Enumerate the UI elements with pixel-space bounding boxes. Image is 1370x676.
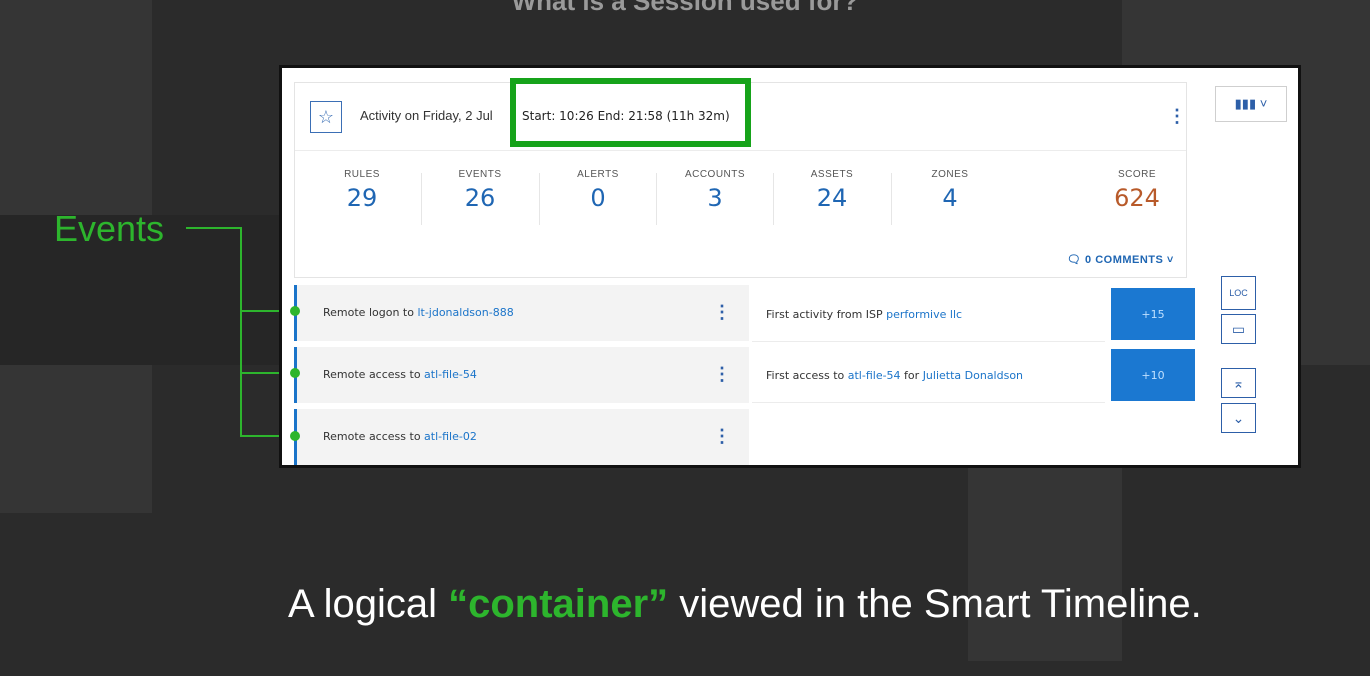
event-row[interactable]: Remote access to atl-file-54 ⋮ bbox=[294, 347, 749, 403]
stat-label: ALERTS bbox=[577, 169, 619, 180]
stat-assets: ASSETS 24 bbox=[773, 169, 891, 212]
calendar-icon[interactable]: ▭ bbox=[1221, 314, 1256, 344]
activity-title: Activity on Friday, 2 Jul bbox=[360, 108, 493, 123]
rule-row[interactable]: First activity from ISP performive llc bbox=[752, 286, 1105, 342]
rule-middle: for bbox=[900, 369, 923, 382]
events-label: Events bbox=[54, 208, 165, 249]
event-prefix: Remote logon to bbox=[323, 306, 418, 319]
stat-label: SCORE bbox=[1117, 169, 1157, 180]
stat-score: SCORE 624 bbox=[1078, 169, 1196, 212]
comment-icon: 🗨 bbox=[1067, 254, 1086, 266]
bg-tile bbox=[0, 365, 152, 513]
stat-label: EVENTS bbox=[458, 169, 502, 180]
comments-label: 0 COMMENTS ˅ bbox=[1085, 254, 1174, 266]
rule-link[interactable]: Julietta Donaldson bbox=[923, 369, 1023, 382]
collapse-up-icon[interactable]: ⌅ bbox=[1221, 368, 1256, 398]
event-row[interactable]: Remote logon to lt-jdonaldson-888 ⋮ bbox=[294, 285, 749, 341]
rule-text: First access to atl-file-54 for Julietta… bbox=[766, 369, 1023, 382]
connector-dot bbox=[290, 368, 300, 378]
event-row[interactable]: Remote access to atl-file-02 ⋮ bbox=[294, 409, 749, 465]
caption-before: A logical bbox=[288, 582, 449, 626]
star-icon[interactable]: ☆ bbox=[310, 101, 342, 133]
event-prefix: Remote access to bbox=[323, 430, 425, 443]
stat-label: ACCOUNTS bbox=[684, 169, 746, 180]
session-time-highlight: Start: 10:26 End: 21:58 (11h 32m) bbox=[510, 78, 751, 147]
slide-caption: A logical “container” viewed in the Smar… bbox=[288, 582, 1202, 627]
session-start-end: Start: 10:26 End: 21:58 (11h 32m) bbox=[522, 109, 730, 123]
stat-value: 26 bbox=[464, 184, 496, 212]
stat-label: ASSETS bbox=[810, 169, 854, 180]
timeline-screenshot: ☆ Activity on Friday, 2 Jul ⋮ RULES 29 E… bbox=[279, 65, 1301, 468]
event-menu-icon[interactable]: ⋮ bbox=[713, 365, 731, 383]
rule-score-badge: +10 bbox=[1111, 349, 1195, 401]
expand-down-icon[interactable]: ⌄ bbox=[1221, 403, 1256, 433]
event-link[interactable]: lt-jdonaldson-888 bbox=[417, 306, 513, 319]
stat-accounts: ACCOUNTS 3 bbox=[656, 169, 774, 212]
rule-prefix: First activity from ISP bbox=[766, 308, 887, 321]
stat-label: ZONES bbox=[931, 169, 969, 180]
stat-value: 0 bbox=[590, 184, 606, 212]
rule-row[interactable]: First access to atl-file-54 for Julietta… bbox=[752, 347, 1105, 403]
rule-prefix: First access to bbox=[766, 369, 848, 382]
event-text: Remote access to atl-file-54 bbox=[323, 368, 477, 381]
more-options-icon[interactable]: ⋮ bbox=[1168, 107, 1186, 125]
bar-chart-icon[interactable]: ▮▮▮ ˅ bbox=[1215, 86, 1287, 122]
stat-value: 4 bbox=[942, 184, 958, 212]
caption-after: viewed in the Smart Timeline. bbox=[668, 582, 1202, 626]
slide-title: What is a Session used for? bbox=[511, 0, 859, 16]
stat-value: 24 bbox=[816, 184, 848, 212]
bg-tile bbox=[0, 0, 152, 215]
event-link[interactable]: atl-file-54 bbox=[424, 368, 477, 381]
rule-score-badge: +15 bbox=[1111, 288, 1195, 340]
stat-value: 29 bbox=[346, 184, 378, 212]
stat-rules: RULES 29 bbox=[303, 169, 421, 212]
event-text: Remote logon to lt-jdonaldson-888 bbox=[323, 306, 514, 319]
stat-alerts: ALERTS 0 bbox=[539, 169, 657, 212]
rule-link[interactable]: atl-file-54 bbox=[848, 369, 901, 382]
stat-label: RULES bbox=[344, 169, 380, 180]
event-menu-icon[interactable]: ⋮ bbox=[713, 427, 731, 445]
event-link[interactable]: atl-file-02 bbox=[424, 430, 477, 443]
stat-zones: ZONES 4 bbox=[891, 169, 1009, 212]
stat-events: EVENTS 26 bbox=[421, 169, 539, 212]
location-icon[interactable]: LOC bbox=[1221, 276, 1256, 310]
caption-highlight: “container” bbox=[448, 582, 669, 626]
event-text: Remote access to atl-file-02 bbox=[323, 430, 477, 443]
stat-value: 624 bbox=[1114, 184, 1160, 212]
rule-link[interactable]: performive llc bbox=[886, 308, 962, 321]
stat-value: 3 bbox=[707, 184, 723, 212]
event-menu-icon[interactable]: ⋮ bbox=[713, 303, 731, 321]
event-prefix: Remote access to bbox=[323, 368, 425, 381]
connector-dot bbox=[290, 431, 300, 441]
connector-line bbox=[186, 227, 241, 229]
connector-line bbox=[240, 227, 242, 437]
connector-dot bbox=[290, 306, 300, 316]
bg-tile bbox=[968, 468, 1122, 661]
comments-toggle[interactable]: 🗨 0 COMMENTS ˅ bbox=[1067, 253, 1174, 266]
rule-text: First activity from ISP performive llc bbox=[766, 308, 962, 321]
